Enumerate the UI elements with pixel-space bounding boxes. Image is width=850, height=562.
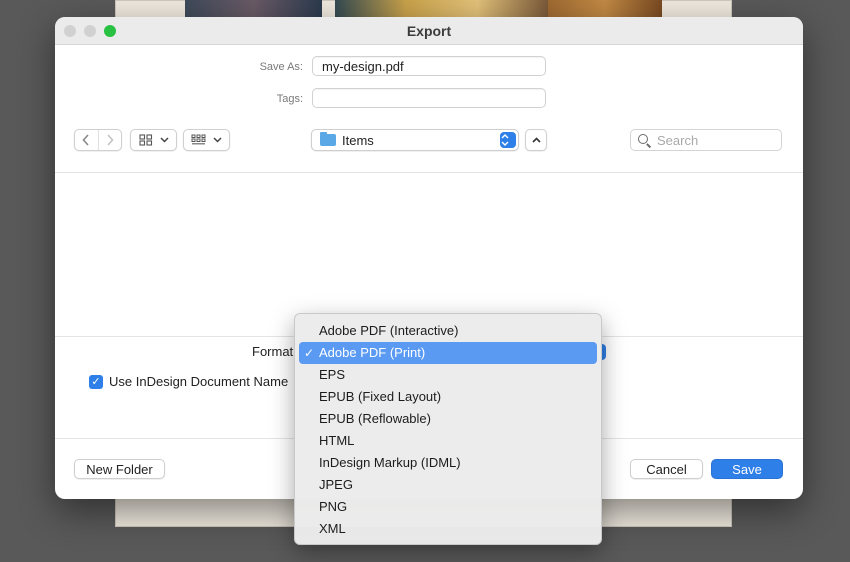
use-document-name-label: Use InDesign Document Name (109, 374, 289, 389)
search-field[interactable]: Search (630, 129, 782, 151)
menu-item-adobe-pdf-print[interactable]: ✓ Adobe PDF (Print) (299, 342, 597, 364)
list-grid-icon (191, 134, 206, 145)
chevron-down-icon (159, 137, 169, 143)
menu-item-epub-reflowable[interactable]: EPUB (Reflowable) (299, 408, 597, 430)
chevron-right-icon (107, 134, 114, 146)
chevron-up-icon (531, 137, 541, 143)
menu-item-jpeg[interactable]: JPEG (299, 474, 597, 496)
up-down-arrows-icon (500, 132, 516, 148)
format-dropdown-menu: Adobe PDF (Interactive) ✓ Adobe PDF (Prin… (294, 313, 602, 545)
document-photo (335, 0, 548, 18)
save-as-label: Save As: (259, 61, 303, 73)
new-folder-button[interactable]: New Folder (74, 459, 165, 479)
chevron-down-icon (213, 137, 222, 143)
menu-item-png[interactable]: PNG (299, 496, 597, 518)
browser-top-divider (55, 172, 803, 173)
tags-field[interactable] (312, 88, 546, 108)
grid-view-icon (138, 134, 152, 146)
menu-item-xml[interactable]: XML (299, 518, 597, 540)
format-label: Format (252, 344, 294, 359)
menu-item-indesign-markup[interactable]: InDesign Markup (IDML) (299, 452, 597, 474)
chevron-left-icon (82, 134, 89, 146)
collapse-browser-button[interactable] (525, 129, 547, 151)
back-button[interactable] (75, 130, 98, 150)
icon-view-button[interactable] (130, 129, 177, 151)
save-button[interactable]: Save (711, 459, 783, 479)
group-view-button[interactable] (183, 129, 230, 151)
cancel-button[interactable]: Cancel (630, 459, 703, 479)
save-as-field[interactable]: my-design.pdf (312, 56, 546, 76)
forward-button[interactable] (97, 130, 122, 150)
tags-label: Tags: (276, 93, 303, 105)
folder-icon (320, 132, 336, 146)
search-icon (638, 134, 648, 144)
document-photo (548, 0, 662, 18)
menu-item-eps[interactable]: EPS (299, 364, 597, 386)
search-placeholder: Search (657, 133, 699, 148)
back-forward-control (74, 129, 122, 151)
menu-item-html[interactable]: HTML (299, 430, 597, 452)
use-document-name-checkbox[interactable]: ✓ (89, 375, 103, 389)
dialog-title: Export (406, 23, 452, 39)
location-popup[interactable]: Items (311, 129, 519, 151)
checkmark-icon: ✓ (91, 376, 101, 388)
location-label: Items (342, 133, 374, 148)
title-bar: Export (55, 17, 803, 45)
menu-item-epub-fixed-layout[interactable]: EPUB (Fixed Layout) (299, 386, 597, 408)
document-photo (185, 0, 322, 18)
checkmark-icon: ✓ (304, 346, 315, 360)
menu-item-adobe-pdf-interactive[interactable]: Adobe PDF (Interactive) (299, 320, 597, 342)
